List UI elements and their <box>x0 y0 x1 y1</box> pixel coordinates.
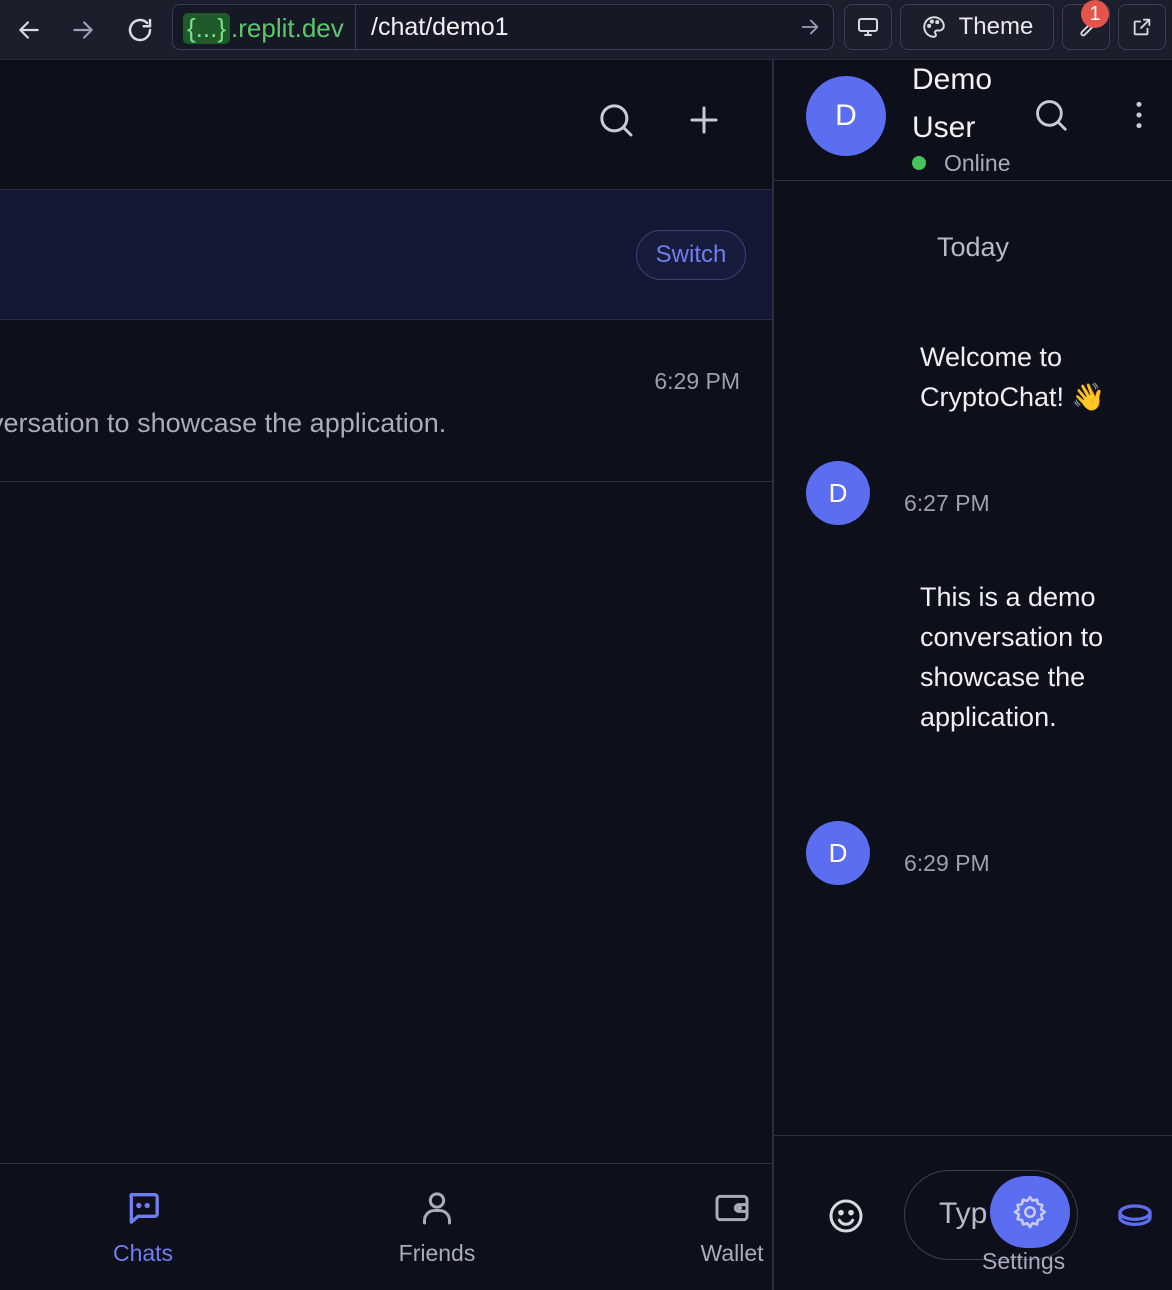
bottom-navigation: Chats Friends Wallet <box>0 1163 772 1290</box>
go-arrow-icon[interactable] <box>799 16 821 38</box>
message-time: 6:27 PM <box>904 490 990 516</box>
account-banner: Switch <box>0 190 772 320</box>
contact-name: Demo User <box>912 63 993 144</box>
conversation-header: D Demo User Online <box>774 60 1172 181</box>
coins-icon[interactable] <box>1114 1196 1156 1236</box>
back-icon[interactable] <box>10 8 48 52</box>
browser-toolbar: {...} .replit.dev /chat/demo1 Theme 1 <box>0 0 1172 60</box>
switch-button[interactable]: Switch <box>636 230 746 280</box>
nav-label-chats: Chats <box>112 1240 174 1266</box>
chat-item-time: 6:29 PM <box>654 368 740 394</box>
chat-bubble-icon <box>123 1188 163 1228</box>
theme-label: Theme <box>958 13 1034 40</box>
new-chat-plus-icon[interactable] <box>686 102 722 138</box>
url-domain-suffix: .replit.dev <box>231 12 344 43</box>
url-path: /chat/demo1 <box>371 13 509 41</box>
chat-list-pane: Switch 6:29 PM versation to showcase the… <box>0 60 772 1290</box>
address-bar[interactable]: {...} .replit.dev /chat/demo1 <box>172 4 834 50</box>
message-time: 6:29 PM <box>904 850 990 876</box>
wallet-icon <box>712 1188 752 1228</box>
online-status-dot <box>912 156 926 170</box>
monitor-icon <box>856 15 880 39</box>
user-icon <box>417 1188 457 1228</box>
nav-item-friends[interactable]: Friends <box>357 1188 517 1267</box>
nav-item-chats[interactable]: Chats <box>63 1188 223 1267</box>
contact-status: Online <box>944 150 1011 176</box>
settings-label: Settings <box>982 1248 1066 1274</box>
chat-list-item[interactable]: 6:29 PM versation to showcase the applic… <box>0 320 772 482</box>
message-composer: Settings <box>774 1135 1172 1290</box>
contact-avatar[interactable]: D <box>806 76 886 156</box>
url-domain: {...} .replit.dev <box>179 11 350 45</box>
more-vertical-icon[interactable] <box>1122 98 1156 132</box>
search-icon[interactable] <box>1032 96 1070 134</box>
chat-item-preview: versation to showcase the application. <box>0 408 447 438</box>
device-preview-button[interactable] <box>844 4 892 50</box>
url-divider <box>355 5 356 49</box>
message-avatar: D <box>806 461 870 525</box>
theme-button[interactable]: Theme <box>900 4 1054 50</box>
settings-gear-icon <box>1011 1193 1049 1231</box>
palette-icon <box>921 14 947 40</box>
external-link-icon <box>1131 16 1153 38</box>
send-button[interactable] <box>990 1176 1070 1248</box>
nav-label-wallet: Wallet <box>700 1240 764 1266</box>
nav-label-friends: Friends <box>398 1240 476 1266</box>
url-domain-prefix: {...} <box>183 12 231 44</box>
notification-badge: 1 <box>1081 0 1109 28</box>
chat-list-header <box>0 60 772 190</box>
message-text: Welcome to CryptoChat! 👋 <box>920 342 1106 412</box>
forward-icon[interactable] <box>64 8 102 52</box>
message-avatar: D <box>806 821 870 885</box>
reload-icon[interactable] <box>120 8 160 52</box>
open-new-tab-button[interactable] <box>1118 4 1166 50</box>
search-icon[interactable] <box>596 100 636 140</box>
day-separator: Today <box>936 232 1010 262</box>
emoji-icon[interactable] <box>826 1196 866 1236</box>
message-text: This is a demo conversation to showcase … <box>920 582 1104 732</box>
conversation-pane: D Demo User Online Today Welcome to Cryp… <box>772 60 1172 1290</box>
